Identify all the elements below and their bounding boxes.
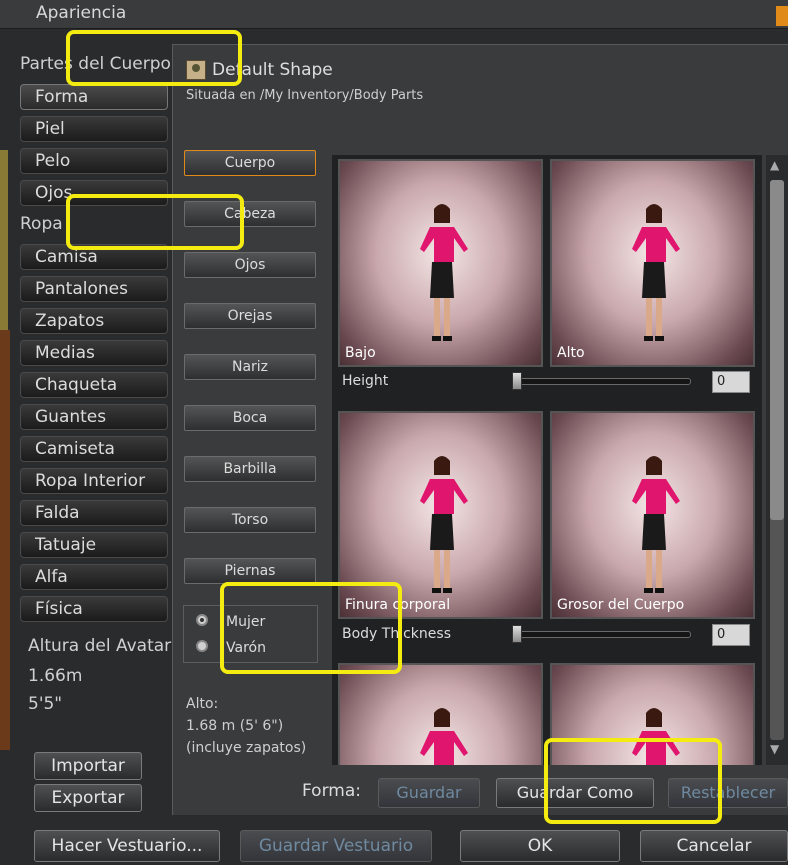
background-strip-brown	[0, 330, 10, 750]
avatar-height-m: 1.66m	[28, 666, 83, 686]
close-icon[interactable]	[776, 6, 788, 26]
category-orejas[interactable]: Orejas	[184, 303, 316, 329]
window-title: Apariencia	[36, 3, 127, 23]
highlight-box	[66, 194, 244, 250]
slider-handle[interactable]	[512, 625, 522, 643]
slider-value-input[interactable]: 0	[712, 624, 750, 646]
category-torso[interactable]: Torso	[184, 507, 316, 533]
clothing-heading: Ropa	[20, 214, 63, 234]
highlight-box	[66, 30, 242, 86]
preview-high: Alto	[550, 159, 755, 367]
radio-male[interactable]	[196, 640, 208, 652]
title-bar: Apariencia	[0, 0, 788, 29]
tab-fisica[interactable]: Física	[20, 596, 168, 622]
category-barbilla[interactable]: Barbilla	[184, 456, 316, 482]
height-label: Alto:	[186, 696, 219, 712]
height-value: 1.68 m (5' 6")	[186, 718, 284, 734]
tab-pantalones[interactable]: Pantalones	[20, 276, 168, 302]
slider-high-label: Alto	[557, 345, 585, 361]
avatar-figure-icon	[420, 456, 468, 593]
height-note: (incluye zapatos)	[186, 740, 307, 756]
tab-zapatos[interactable]: Zapatos	[20, 308, 168, 334]
tab-camiseta[interactable]: Camiseta	[20, 436, 168, 462]
tab-ropa-interior[interactable]: Ropa Interior	[20, 468, 168, 494]
export-button[interactable]: Exportar	[34, 784, 142, 812]
avatar-figure-icon	[632, 456, 680, 593]
scroll-up-icon[interactable]: ▲	[770, 158, 779, 172]
cancel-button[interactable]: Cancelar	[640, 830, 788, 862]
avatar-figure-icon	[420, 708, 468, 765]
save-outfit-button[interactable]: Guardar Vestuario	[240, 830, 432, 862]
category-ojos[interactable]: Ojos	[184, 252, 316, 278]
slider-handle[interactable]	[512, 372, 522, 390]
preview-low: Bajo	[338, 159, 543, 367]
avatar-height-label: Altura del Avatar:	[28, 636, 177, 656]
make-outfit-button[interactable]: Hacer Vestuario...	[34, 830, 220, 862]
highlight-box	[220, 582, 402, 674]
avatar-height-ft: 5'5"	[28, 694, 63, 714]
tab-tatuaje[interactable]: Tatuaje	[20, 532, 168, 558]
slider-track[interactable]	[514, 378, 691, 385]
tab-forma[interactable]: Forma	[20, 84, 168, 110]
tab-pelo[interactable]: Pelo	[20, 148, 168, 174]
shape-label: Forma:	[302, 781, 361, 801]
scroll-down-icon[interactable]: ▼	[770, 742, 779, 756]
tab-chaqueta[interactable]: Chaqueta	[20, 372, 168, 398]
radio-female[interactable]	[196, 614, 208, 626]
tab-guantes[interactable]: Guantes	[20, 404, 168, 430]
highlight-box	[544, 738, 722, 824]
preview-low	[338, 663, 543, 765]
shape-location: Situada en /My Inventory/Body Parts	[186, 88, 424, 103]
tab-medias[interactable]: Medias	[20, 340, 168, 366]
category-boca[interactable]: Boca	[184, 405, 316, 431]
avatar-figure-icon	[632, 204, 680, 341]
category-piernas[interactable]: Piernas	[184, 558, 316, 584]
preview-high: Grosor del Cuerpo	[550, 411, 755, 619]
save-button[interactable]: Guardar	[378, 778, 480, 808]
category-cuerpo[interactable]: Cuerpo	[184, 150, 316, 176]
category-nariz[interactable]: Nariz	[184, 354, 316, 380]
slider-name: Height	[342, 373, 389, 389]
slider-value-input[interactable]: 0	[712, 371, 750, 393]
avatar-figure-icon	[420, 204, 468, 341]
tab-alfa[interactable]: Alfa	[20, 564, 168, 590]
slider-high-label: Grosor del Cuerpo	[557, 597, 685, 613]
slider-track[interactable]	[514, 631, 691, 638]
ok-button[interactable]: OK	[460, 830, 620, 862]
import-button[interactable]: Importar	[34, 752, 142, 780]
slider-low-label: Bajo	[345, 345, 376, 361]
tab-falda[interactable]: Falda	[20, 500, 168, 526]
tab-piel[interactable]: Piel	[20, 116, 168, 142]
scrollbar-thumb[interactable]	[770, 180, 784, 520]
